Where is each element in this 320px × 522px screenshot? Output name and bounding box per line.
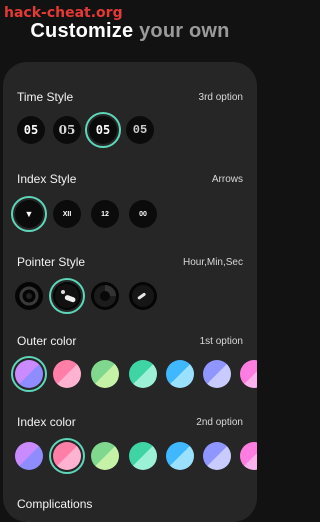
time-style-option-3[interactable]: 05: [85, 112, 121, 148]
outer-color-swatch-7[interactable]: [240, 360, 257, 388]
index-style-option-arrows[interactable]: ▼: [11, 196, 47, 232]
index-color-swatch-3[interactable]: [91, 442, 119, 470]
headline-bright: Customize: [30, 20, 134, 42]
outer-color-swatch-5[interactable]: [166, 360, 194, 388]
pointer-hands-icon: [55, 284, 79, 308]
complications-title: Complications: [17, 497, 93, 511]
time-style-option-1-label: 05: [23, 123, 39, 137]
time-style-option-4-label: 05: [132, 123, 148, 137]
index-color-swatches: [3, 438, 257, 476]
index-color-swatch-2[interactable]: [49, 438, 85, 474]
index-color-swatch-1[interactable]: [15, 442, 43, 470]
pointer-style-value: Hour,Min,Sec: [182, 256, 243, 268]
index-style-option-digits[interactable]: 00: [129, 200, 157, 228]
index-style-roman-label: XII: [62, 210, 72, 218]
index-style-option-roman[interactable]: XII: [53, 200, 81, 228]
time-style-option-2-label: 05: [58, 123, 76, 137]
page-headline: Customize your own: [0, 20, 260, 43]
time-style-option-1[interactable]: 05: [17, 116, 45, 144]
time-style-options: 05 05 05 05: [3, 112, 257, 150]
pointer-ring-icon: [19, 286, 39, 306]
index-style-options: ▼ XII 12 00: [3, 196, 257, 234]
outer-color-title: Outer color: [17, 334, 77, 348]
watermark-text: hack-cheat.org: [4, 5, 123, 21]
time-style-option-2[interactable]: 05: [53, 116, 81, 144]
index-style-title: Index Style: [17, 172, 77, 186]
pointer-slim-icon: [132, 285, 154, 307]
outer-color-header: Outer color 1st option: [17, 334, 243, 348]
pointer-style-option-1[interactable]: [15, 282, 43, 310]
time-style-title: Time Style: [17, 90, 74, 104]
complications-header: Complications: [17, 497, 243, 511]
index-color-swatch-6[interactable]: [203, 442, 231, 470]
pointer-style-title: Pointer Style: [17, 255, 86, 269]
pointer-style-header: Pointer Style Hour,Min,Sec: [17, 255, 243, 269]
index-style-value: Arrows: [211, 173, 243, 185]
pointer-dial-icon: [94, 285, 116, 307]
arrow-down-icon: ▼: [24, 209, 34, 219]
time-style-header: Time Style 3rd option: [17, 90, 243, 104]
outer-color-swatch-6[interactable]: [203, 360, 231, 388]
index-color-swatch-5[interactable]: [166, 442, 194, 470]
outer-color-value: 1st option: [199, 335, 243, 347]
outer-color-swatches: [3, 356, 257, 394]
time-style-value: 3rd option: [198, 91, 243, 103]
index-color-title: Index color: [17, 415, 76, 429]
index-style-digits-label: 00: [139, 210, 147, 218]
index-color-swatch-4[interactable]: [129, 442, 157, 470]
outer-color-swatch-4[interactable]: [129, 360, 157, 388]
index-color-header: Index color 2nd option: [17, 415, 243, 429]
outer-color-swatch-2[interactable]: [53, 360, 81, 388]
index-style-numeric-label: 12: [101, 210, 109, 218]
customize-panel: Time Style 3rd option 05 05 05 05 Index …: [3, 62, 257, 522]
pointer-style-option-2[interactable]: [49, 278, 85, 314]
time-style-option-4[interactable]: 05: [126, 116, 154, 144]
pointer-style-option-3[interactable]: [91, 282, 119, 310]
index-style-header: Index Style Arrows: [17, 172, 243, 186]
time-style-option-3-label: 05: [95, 123, 111, 137]
outer-color-swatch-1[interactable]: [11, 356, 47, 392]
pointer-style-option-4[interactable]: [129, 282, 157, 310]
pointer-style-options: [3, 278, 257, 316]
index-style-option-numeric[interactable]: 12: [91, 200, 119, 228]
outer-color-swatch-3[interactable]: [91, 360, 119, 388]
index-color-swatch-7[interactable]: [240, 442, 257, 470]
index-color-value: 2nd option: [196, 416, 243, 428]
headline-dim: your own: [139, 20, 230, 42]
